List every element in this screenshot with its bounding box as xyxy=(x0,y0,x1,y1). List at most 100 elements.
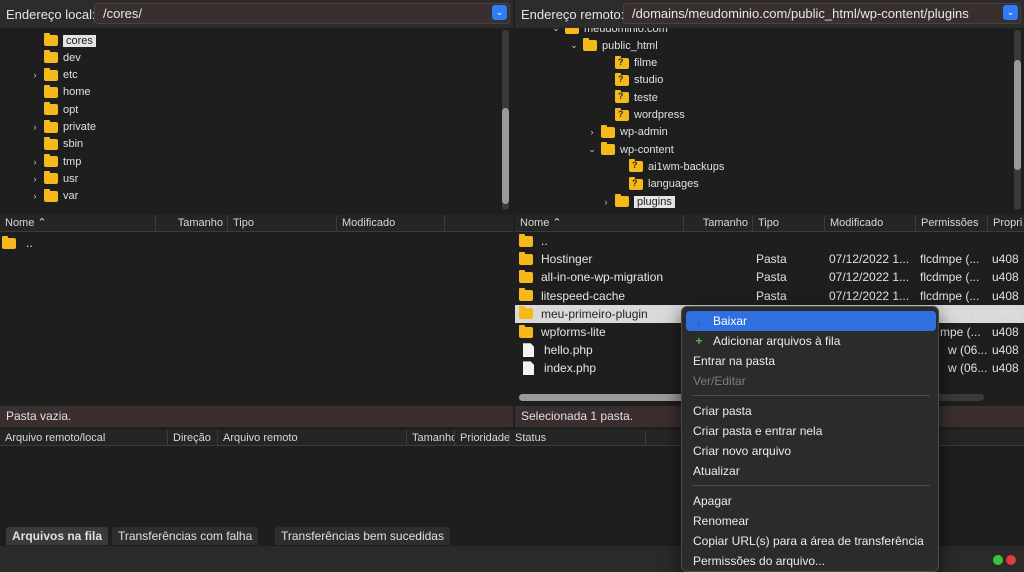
tree-item[interactable]: opt xyxy=(26,101,78,118)
table-row[interactable]: .. xyxy=(515,232,1024,250)
tree-item[interactable]: filme xyxy=(597,55,657,72)
local-address-dropdown-button[interactable]: ⌄ xyxy=(492,5,507,20)
tree-item[interactable]: ai1wm-backups xyxy=(611,158,724,175)
queue-col-size[interactable]: Tamanho xyxy=(407,430,455,446)
tree-item[interactable]: cores xyxy=(26,32,96,49)
chevron-right-icon[interactable]: › xyxy=(26,174,44,184)
local-col-size[interactable]: Tamanho xyxy=(156,215,228,232)
file-icon xyxy=(523,343,534,358)
folder-icon xyxy=(44,188,58,202)
file-permissions: w (06... xyxy=(948,343,988,358)
tree-item[interactable]: sbin xyxy=(26,136,83,153)
local-col-name[interactable]: Nome ⌃ xyxy=(0,215,156,232)
tree-item[interactable]: › wp-admin xyxy=(583,124,668,141)
local-address-label: Endereço local: xyxy=(6,6,96,22)
local-file-list[interactable]: .. xyxy=(0,232,513,406)
tab-successful-transfers[interactable]: Transferências bem sucedidas xyxy=(275,527,450,545)
menu-item-entrar-na-pasta[interactable]: Entrar na pasta xyxy=(686,351,936,371)
file-permissions: flcdmpe (... xyxy=(920,288,980,303)
remote-directory-tree[interactable]: ⌄meudominio.com⌄public_htmlfilmestudiote… xyxy=(515,28,1024,213)
table-row[interactable]: litespeed-cache Pasta 07/12/2022 1... flcdm… xyxy=(515,287,1024,305)
local-tree-scrollbar[interactable] xyxy=(502,30,509,210)
tree-item[interactable]: ⌄ public_html xyxy=(565,37,658,54)
chevron-right-icon[interactable]: › xyxy=(583,127,601,137)
file-permissions: w (06... xyxy=(948,361,988,376)
local-status-bar: Pasta vazia. xyxy=(0,406,513,427)
tree-item[interactable]: › plugins xyxy=(597,193,675,210)
chevron-down-icon[interactable]: ⌄ xyxy=(565,40,583,51)
remote-address-dropdown-button[interactable]: ⌄ xyxy=(1003,5,1018,20)
local-col-modified[interactable]: Modificado xyxy=(337,215,445,232)
tab-failed-transfers[interactable]: Transferências com falha xyxy=(112,527,259,545)
queue-col-status[interactable]: Status xyxy=(510,430,646,446)
chevron-down-icon[interactable]: ⌄ xyxy=(583,144,601,155)
remote-address-input[interactable]: /domains/meudominio.com/public_html/wp-c… xyxy=(623,3,1021,24)
menu-item-adicionar-arquivos-a-fila[interactable]: + Adicionar arquivos à fila xyxy=(686,331,936,351)
tree-item[interactable]: teste xyxy=(597,89,658,106)
remote-col-modified[interactable]: Modificado xyxy=(825,215,916,232)
folder-icon xyxy=(601,142,615,156)
menu-item-apagar[interactable]: Apagar xyxy=(686,491,936,511)
menu-item-criar-pasta[interactable]: Criar pasta xyxy=(686,401,936,421)
remote-col-name[interactable]: Nome ⌃ xyxy=(515,215,684,232)
queue-col-remote[interactable]: Arquivo remoto xyxy=(218,430,407,446)
queue-col-local[interactable]: Arquivo remoto/local xyxy=(0,430,168,446)
chevron-down-icon[interactable]: ⌄ xyxy=(547,28,565,34)
table-row[interactable]: Hostinger Pasta 07/12/2022 1... flcdmpe (..… xyxy=(515,250,1024,268)
menu-item-label: Ver/Editar xyxy=(693,374,746,388)
tree-item[interactable]: ⌄ meudominio.com xyxy=(547,28,668,37)
remote-col-type[interactable]: Tipo xyxy=(753,215,825,232)
menu-item-criar-novo-arquivo[interactable]: Criar novo arquivo xyxy=(686,441,936,461)
tab-queued-files[interactable]: Arquivos na fila xyxy=(6,527,109,545)
file-owner: u408 xyxy=(992,270,1019,285)
menu-item-atualizar[interactable]: Atualizar xyxy=(686,461,936,481)
chevron-right-icon[interactable]: › xyxy=(26,122,44,132)
folder-icon xyxy=(44,102,58,116)
tree-item[interactable]: dev xyxy=(26,49,81,66)
chevron-right-icon[interactable]: › xyxy=(26,191,44,201)
tree-item-label: meudominio.com xyxy=(584,28,668,35)
folder-icon xyxy=(44,119,58,133)
menu-item-label: Copiar URL(s) para a área de transferênc… xyxy=(693,534,924,548)
remote-col-permissions[interactable]: Permissões xyxy=(916,215,988,232)
file-owner: u408 xyxy=(992,343,1019,358)
file-type: Pasta xyxy=(756,252,787,267)
list-item[interactable]: .. xyxy=(2,234,33,252)
menu-item-renomear[interactable]: Renomear xyxy=(686,511,936,531)
chevron-right-icon[interactable]: › xyxy=(26,157,44,167)
folder-icon xyxy=(519,269,533,283)
tree-item[interactable]: › private xyxy=(26,119,96,136)
tree-item[interactable]: studio xyxy=(597,72,663,89)
local-directory-tree[interactable]: cores dev › etc home opt › private sbin › tmp › usr ›… xyxy=(0,28,513,213)
chevron-right-icon[interactable]: › xyxy=(597,197,615,207)
file-name: all-in-one-wp-migration xyxy=(541,270,664,285)
chevron-right-icon[interactable]: › xyxy=(26,70,44,80)
download-icon: ↓ xyxy=(696,314,702,328)
file-name: wpforms-lite xyxy=(541,325,606,339)
tree-item-label: cores xyxy=(63,34,96,47)
tree-item[interactable]: › var xyxy=(26,188,78,205)
menu-item-baixar[interactable]: ↓ Baixar xyxy=(686,311,936,331)
connection-indicator-red-icon xyxy=(1006,555,1016,565)
sort-ascending-icon: ⌃ xyxy=(37,217,47,229)
menu-separator xyxy=(692,485,930,486)
remote-col-size[interactable]: Tamanho xyxy=(684,215,753,232)
tree-item[interactable]: home xyxy=(26,84,91,101)
queue-col-priority[interactable]: Prioridade xyxy=(455,430,510,446)
tree-item[interactable]: wordpress xyxy=(597,107,685,124)
tree-item[interactable]: languages xyxy=(611,176,699,193)
tree-item[interactable]: ⌄ wp-content xyxy=(583,141,674,158)
tree-item[interactable]: › usr xyxy=(26,170,78,187)
file-name: Hostinger xyxy=(541,252,593,267)
local-col-type[interactable]: Tipo xyxy=(228,215,337,232)
remote-col-owner[interactable]: Propri xyxy=(988,215,1024,232)
remote-tree-scrollbar[interactable] xyxy=(1014,30,1021,210)
menu-item-copiar-url-s-para-a-area-de-transferencia[interactable]: Copiar URL(s) para a área de transferênc… xyxy=(686,531,936,551)
table-row[interactable]: all-in-one-wp-migration Pasta 07/12/2022 1… xyxy=(515,268,1024,286)
local-address-input[interactable]: /cores/ xyxy=(94,3,510,24)
queue-col-direction[interactable]: Direção xyxy=(168,430,218,446)
tree-item[interactable]: › etc xyxy=(26,67,78,84)
tree-item[interactable]: › tmp xyxy=(26,153,81,170)
menu-item-criar-pasta-e-entrar-nela[interactable]: Criar pasta e entrar nela xyxy=(686,421,936,441)
menu-item-permissoes-do-arquivo[interactable]: Permissões do arquivo... xyxy=(686,551,936,571)
